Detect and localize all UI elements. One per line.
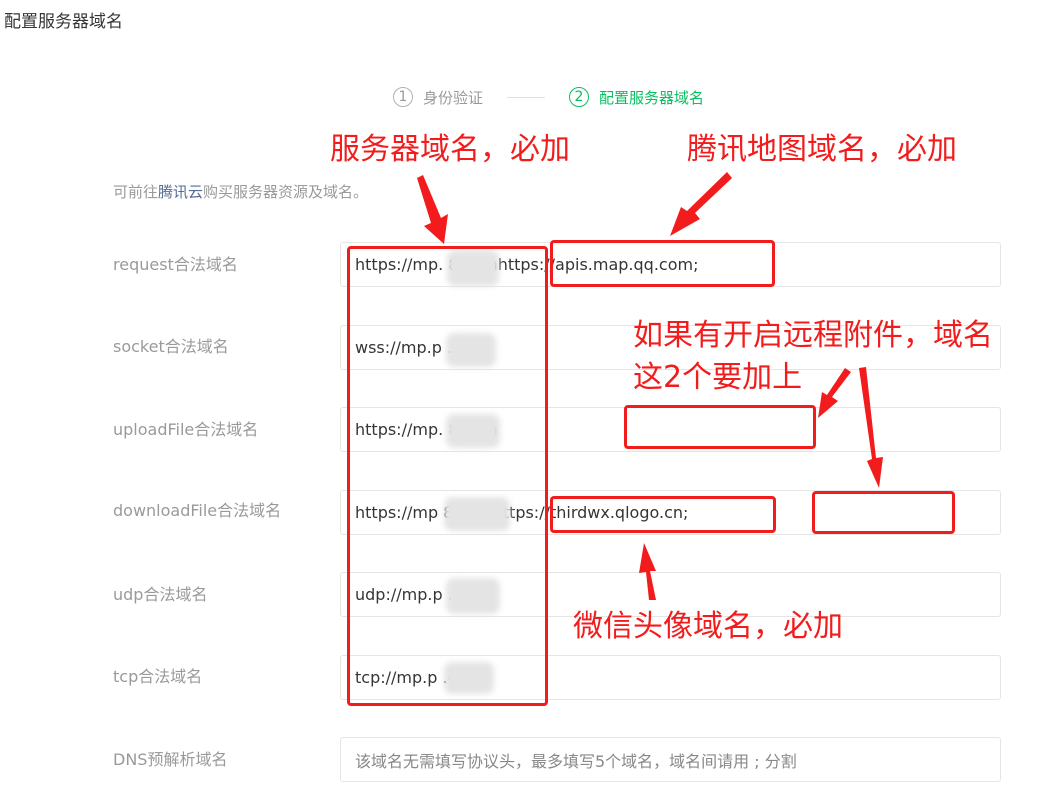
arrow-to-download-box [859,367,883,488]
arrow-to-map-box [670,172,732,236]
arrow-to-upload-box [818,368,851,418]
arrow-to-server-box [417,175,448,244]
arrow-to-avatar-box [639,543,656,600]
annotation-arrows [417,172,883,600]
